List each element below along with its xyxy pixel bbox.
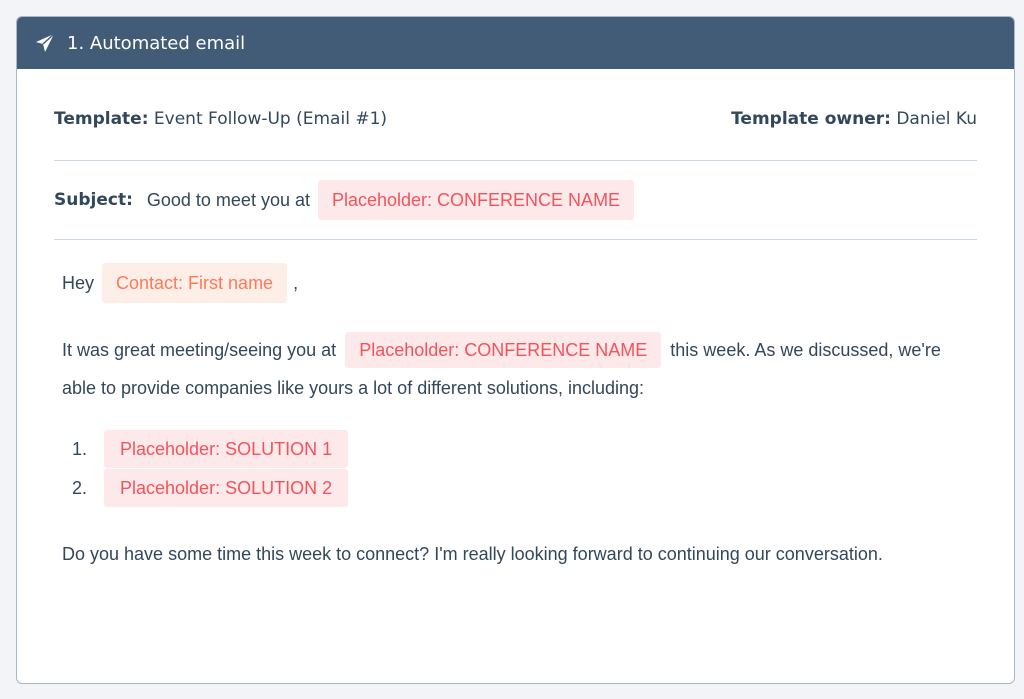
card-header: 1. Automated email	[17, 17, 1014, 69]
card-title: 1. Automated email	[67, 32, 246, 54]
greeting-text: Hey	[62, 273, 95, 293]
solution-2-placeholder-token[interactable]: Placeholder: SOLUTION 2	[104, 468, 349, 507]
subject-row: Subject: Good to meet you at Placeholder…	[54, 161, 977, 240]
body-conference-placeholder-token[interactable]: Placeholder: CONFERENCE NAME	[345, 332, 662, 368]
greeting-line: Hey Contact: First name ,	[62, 263, 969, 303]
template-label: Template:	[54, 108, 149, 129]
template-name: Event Follow-Up (Email #1)	[153, 108, 388, 129]
body-paragraph-1: It was great meeting/seeing you at Place…	[62, 331, 969, 407]
list-item: 2. Placeholder: SOLUTION 2	[62, 468, 969, 507]
solution-1-placeholder-token[interactable]: Placeholder: SOLUTION 1	[104, 429, 349, 468]
subject-label: Subject:	[54, 190, 133, 210]
solutions-list: 1. Placeholder: SOLUTION 1 2. Placeholde…	[62, 429, 969, 507]
subject-conference-placeholder-token[interactable]: Placeholder: CONFERENCE NAME	[317, 180, 635, 220]
list-number: 2.	[72, 477, 88, 498]
greeting-comma: ,	[293, 273, 299, 293]
list-item: 1. Placeholder: SOLUTION 1	[62, 429, 969, 468]
subject-text: Good to meet you at	[146, 189, 310, 210]
card-body: Template: Event Follow-Up (Email #1) Tem…	[17, 69, 1014, 573]
template-info: Template: Event Follow-Up (Email #1)	[54, 109, 387, 129]
list-number: 1.	[72, 438, 88, 459]
para1-text-before: It was great meeting/seeing you at	[62, 340, 337, 360]
template-owner-info: Template owner: Daniel Ku	[731, 109, 977, 129]
automated-email-card: 1. Automated email Template: Event Follo…	[16, 16, 1015, 684]
body-paragraph-2: Do you have some time this week to conne…	[62, 544, 883, 564]
template-meta-row: Template: Event Follow-Up (Email #1) Tem…	[54, 69, 977, 161]
template-owner-label: Template owner:	[731, 108, 891, 129]
template-owner-name: Daniel Ku	[896, 108, 977, 129]
contact-first-name-token[interactable]: Contact: First name	[102, 263, 288, 303]
paper-plane-icon	[35, 33, 55, 53]
email-body: Hey Contact: First name , It was great m…	[54, 240, 977, 573]
